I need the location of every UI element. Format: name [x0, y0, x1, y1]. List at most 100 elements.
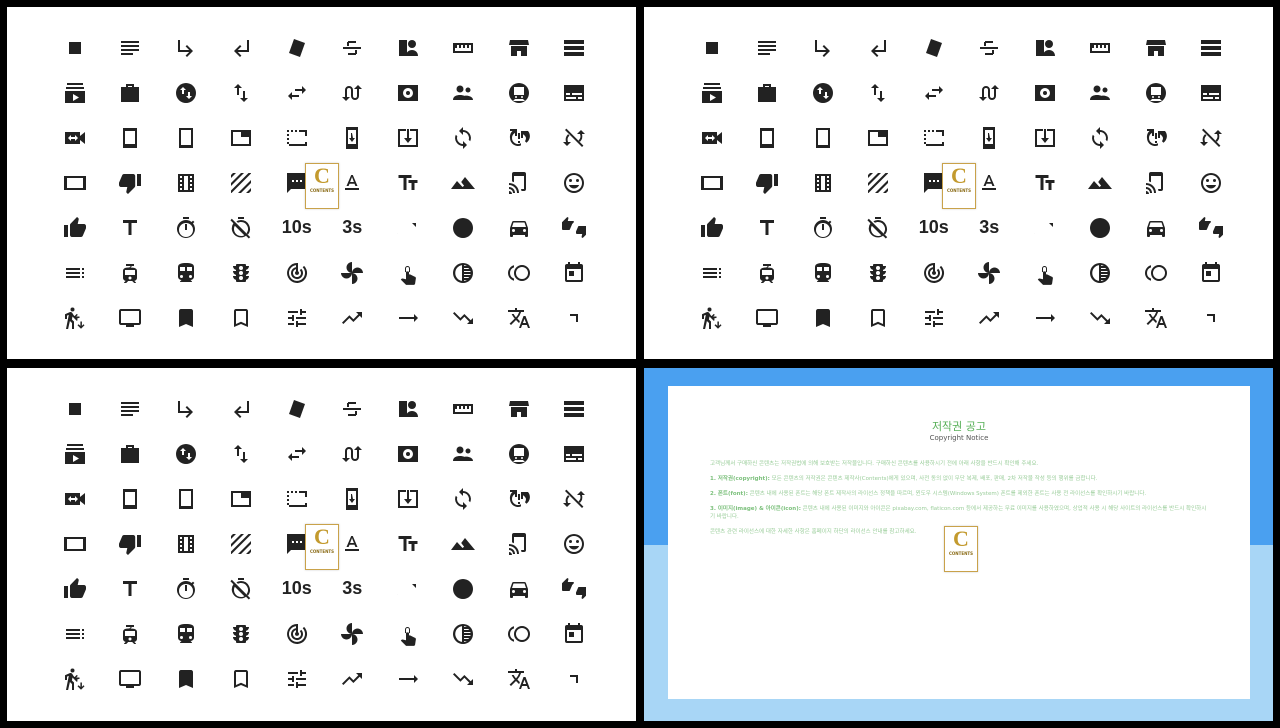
tune-icon [906, 295, 962, 340]
turned-in-not-icon [214, 295, 270, 340]
notice-title: 저작권 공고 [931, 420, 987, 433]
tv-icon [740, 295, 796, 340]
trending-up-icon [325, 656, 381, 701]
timer-3s-icon: 3s [962, 205, 1018, 250]
subtitles-icon [547, 431, 603, 476]
timer-3s-icon-label: 3s [979, 217, 1000, 237]
notice-image-head: 3. 이미지(image) & 아이콘(icon): [710, 506, 801, 512]
tablet-landscape-icon [47, 160, 103, 205]
sync-problem-icon [491, 476, 547, 521]
sync-icon [1073, 115, 1129, 160]
toc-icon [47, 611, 103, 656]
subdirectory-arrow-left-icon [214, 386, 270, 431]
timer-off-icon [214, 205, 270, 250]
logo-letter: C [314, 524, 330, 549]
notes-icon [103, 386, 159, 431]
system-update-icon [325, 476, 381, 521]
system-update-alt-icon [380, 476, 436, 521]
tab-unselected-icon [269, 115, 325, 160]
swap-horizontal-case-icon [740, 70, 796, 115]
traffic-icon [214, 250, 270, 295]
system-update-icon [325, 115, 381, 160]
switch-account-icon [380, 386, 436, 431]
timeline-icon [380, 566, 436, 611]
sync-problem-icon [491, 115, 547, 160]
sync-icon [436, 115, 492, 160]
swap-horizontal-case-icon [103, 70, 159, 115]
subway-icon [491, 431, 547, 476]
swap-vert-icon [214, 70, 270, 115]
today-icon [1184, 250, 1240, 295]
time-to-leave-icon [491, 566, 547, 611]
tram-icon [740, 250, 796, 295]
swap-vert-icon [214, 431, 270, 476]
subdirectory-arrow-left-icon [214, 25, 270, 70]
subtitles-icon [547, 70, 603, 115]
toll-icon [491, 611, 547, 656]
tablet-android-icon [795, 115, 851, 160]
turned-in-not-icon [851, 295, 907, 340]
timer-icon [158, 205, 214, 250]
tab-icon [214, 115, 270, 160]
text-fields-icon [380, 521, 436, 566]
tablet-landscape-icon [47, 521, 103, 566]
touch-app-icon [1017, 250, 1073, 295]
tablet-android-icon [158, 115, 214, 160]
tap-and-play-icon [491, 160, 547, 205]
icon-sheet-panel-3: 10s 3s C CONTENTS [7, 368, 636, 721]
timer-10s-icon: 10s [269, 566, 325, 611]
subscriptions-icon [47, 431, 103, 476]
swap-vertical-circle-icon [158, 431, 214, 476]
notice-copyright-text: 모든 콘텐츠의 저작권은 콘텐츠 제작사(Contents)에게 있으며, 사전… [771, 476, 1098, 482]
notice-font-text: 콘텐츠 내에 사용된 폰트는 해당 폰트 제작사의 라이선스 정책을 따르며, … [749, 491, 1147, 497]
square-icon [684, 25, 740, 70]
thumb-up-icon [47, 205, 103, 250]
timer-10s-icon: 10s [906, 205, 962, 250]
tag-faces-icon [547, 521, 603, 566]
contents-logo: C CONTENTS [942, 163, 976, 209]
text-fields-icon [380, 160, 436, 205]
trending-flat-icon [1017, 295, 1073, 340]
tab-icon [214, 476, 270, 521]
style-icon [269, 25, 325, 70]
contents-logo: C CONTENTS [305, 524, 339, 570]
storefront-icon [491, 386, 547, 431]
notice-copyright-head: 1. 저작권(copyright): [710, 476, 770, 482]
tonality-half-icon [1073, 250, 1129, 295]
traffic-icon [851, 250, 907, 295]
touch-app-icon [380, 250, 436, 295]
texture-icon [214, 160, 270, 205]
title-icon [103, 205, 159, 250]
system-update-alt-icon [380, 115, 436, 160]
theaters-icon [158, 521, 214, 566]
touch-app-icon [380, 611, 436, 656]
logo-letter: C [953, 526, 969, 551]
storage-icon [1184, 25, 1240, 70]
notice-intro: 고객님께서 구매하신 콘텐츠는 저작권법에 의해 보호받는 저작물입니다. 구매… [710, 461, 1039, 467]
swap-calls-icon [325, 70, 381, 115]
strikethrough-icon [325, 386, 381, 431]
subtitles-icon [1184, 70, 1240, 115]
timer-off-icon [851, 205, 907, 250]
timer-3s-icon: 3s [325, 566, 381, 611]
time-to-leave-icon [491, 205, 547, 250]
thumb-up-icon [47, 566, 103, 611]
train-icon [158, 250, 214, 295]
trending-flat-icon [380, 295, 436, 340]
translate-icon [1128, 295, 1184, 340]
subscriptions-icon [684, 70, 740, 115]
supervisor-account-icon [1073, 70, 1129, 115]
square-icon [47, 386, 103, 431]
swap-vertical-circle-icon [158, 70, 214, 115]
title-icon [103, 566, 159, 611]
tag-faces-icon [547, 160, 603, 205]
switch-account-icon [380, 25, 436, 70]
tonality-icon [1073, 205, 1129, 250]
square-icon [47, 25, 103, 70]
traffic-icon [214, 611, 270, 656]
timer-10s-icon-label: 10s [918, 217, 949, 237]
straighten-icon [1073, 25, 1129, 70]
logo-letter: C [951, 163, 967, 188]
sync-problem-icon [1128, 115, 1184, 160]
logo-text: CONTENTS [948, 551, 974, 556]
